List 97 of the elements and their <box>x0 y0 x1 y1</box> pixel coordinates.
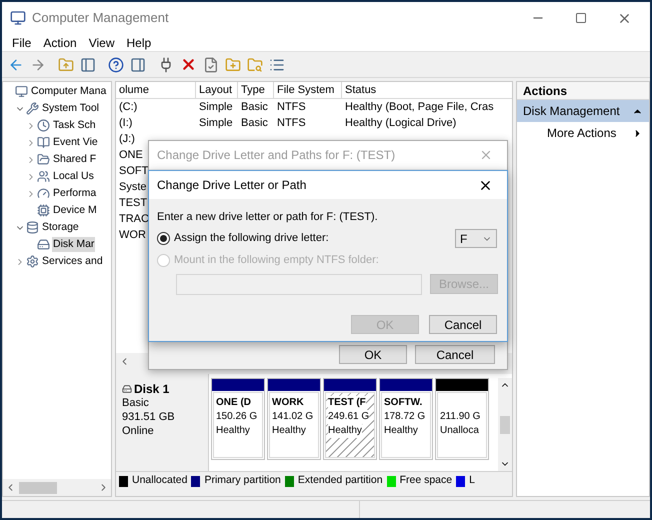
partition-status: Healthy <box>328 424 362 438</box>
partition-status: Healthy <box>216 424 250 438</box>
table-cell: ONE <box>119 149 143 161</box>
column-header[interactable]: Layout <box>196 82 238 98</box>
tree-item[interactable]: Task Sch <box>52 118 97 134</box>
table-cell: NTFS <box>277 101 306 113</box>
column-header[interactable]: Status <box>342 82 512 98</box>
legend-label: Primary partition <box>204 473 281 488</box>
legend-label: Extended partition <box>298 473 383 488</box>
radio-label: Mount in the following empty NTFS folder: <box>174 253 379 268</box>
tree-item[interactable]: Shared F <box>52 152 98 168</box>
horizontal-scrollbar[interactable] <box>3 479 111 496</box>
drive-letter-dropdown[interactable]: F <box>455 229 497 248</box>
tree-item[interactable]: Local Us <box>52 168 95 184</box>
tree-item[interactable]: System Tool <box>41 100 100 116</box>
table-cell: Basic <box>241 117 268 129</box>
partition-block[interactable]: TEST (F 249.61 G Healthy <box>323 378 377 460</box>
menu-item[interactable]: Help <box>126 34 152 52</box>
partition-name: TEST (F <box>328 396 366 410</box>
cancel-button[interactable]: Cancel <box>415 345 495 364</box>
table-cell: Basic <box>241 101 268 113</box>
table-cell: Simple <box>199 101 233 113</box>
scroll-thumb[interactable] <box>500 416 510 434</box>
dialog-prompt: Enter a new drive letter or path for F: (TEST). <box>157 210 379 225</box>
partition-block[interactable]: WORK 141.02 G Healthy <box>267 378 321 460</box>
tree-item[interactable]: Device M <box>52 202 98 218</box>
folder-icon <box>37 153 50 166</box>
drive-icon <box>37 238 50 251</box>
tree-item[interactable]: Performa <box>52 186 98 202</box>
pane-link[interactable]: More Actions <box>517 122 649 144</box>
users-icon <box>37 170 50 183</box>
tree-item[interactable]: Computer Mana <box>30 84 108 100</box>
table-cell: Simple <box>199 117 233 129</box>
table-cell: Syste <box>119 181 147 193</box>
folder-path-field[interactable] <box>176 274 422 294</box>
disk-type: Basic <box>122 396 150 410</box>
table-cell: SOFT <box>119 165 148 177</box>
tree-item[interactable]: Storage <box>41 220 80 236</box>
table-cell: NTFS <box>277 117 306 129</box>
table-cell: (J:) <box>119 133 135 145</box>
table-cell: TEST <box>119 197 148 209</box>
actions-header: Actions <box>517 82 649 100</box>
help-icon[interactable] <box>108 56 124 72</box>
properties-icon[interactable] <box>269 56 285 72</box>
partition-size: 249.61 G <box>328 410 370 424</box>
table-cell: WOR <box>119 229 146 241</box>
tree-item[interactable]: Disk Mar <box>52 236 96 252</box>
radio-button[interactable] <box>157 232 170 245</box>
forward-icon[interactable] <box>30 56 46 72</box>
partition-block[interactable]: 211.90 G Unalloca <box>435 378 489 460</box>
table-cell: Healthy (Logical Drive) <box>345 117 456 129</box>
book-icon <box>37 136 50 149</box>
legend-label: L <box>469 473 475 488</box>
gear-icon <box>26 255 39 268</box>
table-cell: TRAC <box>119 213 149 225</box>
column-header[interactable]: olume <box>116 82 196 98</box>
ok-button[interactable]: OK <box>339 345 407 364</box>
tree-item[interactable]: Event Vie <box>52 134 99 150</box>
panel-icon[interactable] <box>130 56 146 72</box>
legend-label: Unallocated <box>132 473 188 488</box>
app-icon <box>10 10 26 26</box>
partition-block[interactable]: SOFTW. 178.72 G Healthy <box>379 378 433 460</box>
tree-item[interactable]: Services and <box>41 254 104 270</box>
window-title: Computer Management <box>32 9 169 28</box>
radio-label: Assign the following drive letter: <box>174 231 329 246</box>
panel-icon[interactable] <box>80 56 96 72</box>
back-icon[interactable] <box>8 56 24 72</box>
legend-label: Free space <box>400 473 452 488</box>
disk-state: Online <box>122 424 155 438</box>
pane-link[interactable]: Disk Management <box>517 100 649 122</box>
table-cell: (C:) <box>119 101 138 113</box>
dialog-title: Change Drive Letter and Paths for F: (TEST) <box>157 147 396 164</box>
menu-item[interactable]: Action <box>43 34 77 52</box>
partition-name: ONE (D <box>216 396 251 410</box>
clock-icon <box>37 119 50 132</box>
scroll-thumb[interactable] <box>19 482 57 494</box>
cancel-button[interactable]: Cancel <box>429 314 497 334</box>
column-header[interactable]: Type <box>238 82 274 98</box>
gauge-icon <box>37 187 50 200</box>
disk-name: Disk 1 <box>134 382 170 396</box>
partition-status: Healthy <box>272 424 306 438</box>
partition-status: Healthy <box>384 424 418 438</box>
computer-icon <box>15 85 28 98</box>
database-icon <box>26 221 39 234</box>
table-cell: (I:) <box>119 117 132 129</box>
check-document-icon[interactable] <box>203 56 219 72</box>
menu-item[interactable]: File <box>12 34 32 52</box>
dialog-title: Change Drive Letter or Path <box>157 177 306 194</box>
maximize-icon[interactable] <box>575 12 587 24</box>
menu-item[interactable]: View <box>88 34 114 52</box>
partition-block[interactable]: ONE (D 150.26 G Healthy <box>211 378 265 460</box>
chip-icon <box>37 204 50 217</box>
column-header[interactable]: File System <box>274 82 342 98</box>
delete-icon[interactable] <box>180 56 197 73</box>
wrench-icon <box>26 102 39 115</box>
disk-size: 931.51 GB <box>122 410 176 424</box>
table-cell: Healthy (Boot, Page File, Cras <box>345 101 494 113</box>
